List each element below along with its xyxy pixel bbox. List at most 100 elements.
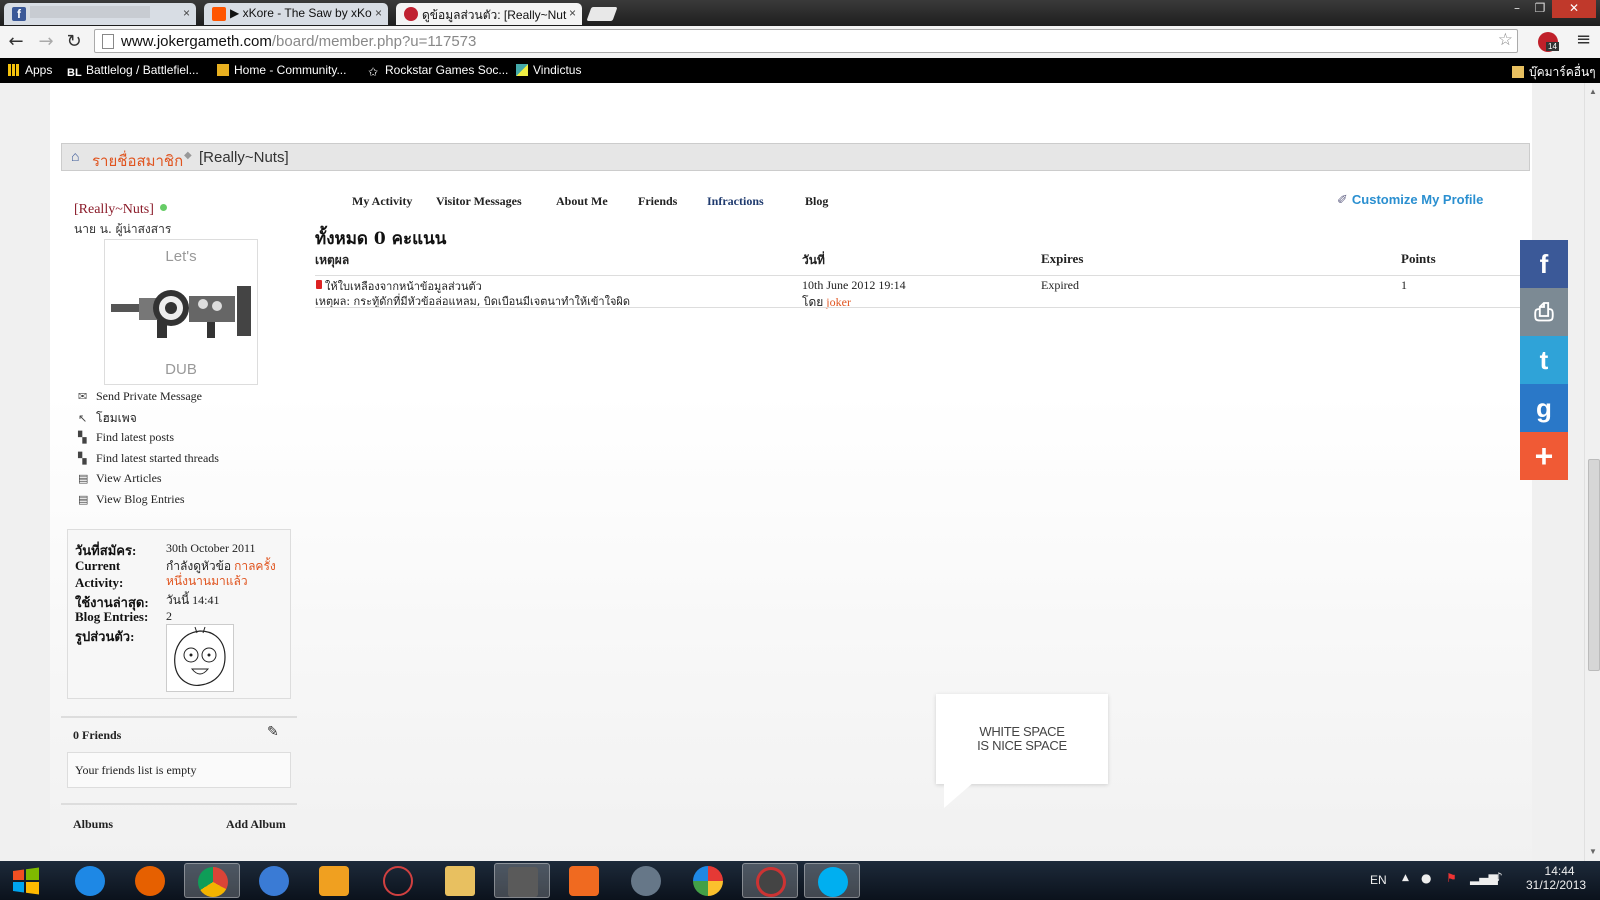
scroll-down-icon[interactable]: ▼ [1589,847,1597,856]
volume-icon[interactable]: ♪ [1495,870,1503,884]
add-album-link[interactable]: Add Album [226,817,286,832]
tab-about-me[interactable]: About Me [556,194,608,209]
edit-pencil-icon[interactable]: ✎ [267,724,279,740]
close-icon[interactable]: × [569,6,576,20]
restore-button[interactable]: ❐ [1529,0,1551,18]
taskbar-file-explorer[interactable] [432,863,488,898]
albums-title: Albums [73,817,114,831]
taskbar-ie[interactable] [62,863,118,898]
column-header-expires: Expires [1041,251,1084,266]
activity-thread-link-2[interactable]: หนึ่งนานมาแล้ว [166,572,248,591]
taskbar-safari[interactable] [246,863,302,898]
clock-date: 31/12/2013 [1526,878,1587,892]
minimize-button[interactable]: – [1505,0,1529,18]
address-bar[interactable]: www.jokergameth.com/board/member.php?u=1… [94,29,1518,53]
tab-facebook[interactable]: f × [4,3,196,25]
activity-thread-link[interactable]: กาลครั้ง [234,559,276,573]
tab-visitor-messages[interactable]: Visitor Messages [436,194,522,209]
bookmark-label: Home - Community... [234,63,347,77]
language-indicator[interactable]: EN [1370,873,1387,887]
join-date-value: 30th October 2011 [166,541,256,555]
taskbar-firefox[interactable] [122,863,178,898]
bookmark-apps[interactable]: Apps [8,63,52,77]
media-player-icon [319,866,349,896]
tab-infractions[interactable]: Infractions [707,194,764,209]
tab-title: ดูข้อมูลส่วนตัว: [Really~Nut [422,8,567,22]
face-drawing-icon [174,626,226,686]
star-icon[interactable]: ☆ [1498,30,1513,50]
dubstep-gun-icon [111,286,251,338]
action-center-icon[interactable]: ⚑ [1446,871,1457,885]
page-scrollbar[interactable]: ▲ ▼ [1584,83,1600,861]
more-share-icon[interactable]: + [1520,432,1568,480]
tab-blog[interactable]: Blog [805,194,828,209]
bubble-line-1: WHITE SPACE [979,724,1065,739]
facebook-share-icon[interactable]: f [1520,240,1568,288]
clock[interactable]: 14:44 31/12/2013 [1526,864,1586,892]
albums-divider [61,803,297,805]
customize-profile-link[interactable]: ✐ Customize My Profile [1337,192,1483,208]
twitter-share-icon[interactable]: t [1520,336,1568,384]
bookmark-battlelog[interactable]: BL Battlelog / Battlefiel... [67,63,199,79]
rockstar-icon [383,866,413,896]
current-activity-label: Current [75,558,121,573]
send-private-message-link[interactable]: ✉ Send Private Message [78,389,202,404]
chrome-icon [198,867,228,897]
taskbar-origin[interactable] [556,863,612,898]
tab-my-activity[interactable]: My Activity [352,194,412,209]
google-share-icon[interactable]: g [1520,384,1568,432]
extension-icon[interactable]: 14 [1538,32,1559,52]
network-icon[interactable]: ▂▄▆ [1470,871,1498,885]
bookmark-community[interactable]: Home - Community... [217,63,346,77]
taskbar-rockstar[interactable] [370,863,426,898]
forward-icon[interactable]: → [34,30,58,54]
view-blog-entries-link[interactable]: ▤ View Blog Entries [78,492,185,507]
close-icon[interactable]: × [183,6,190,20]
print-icon[interactable]: ⎙ [1520,288,1568,336]
infraction-by: โดย joker [802,293,851,312]
infraction-total: ทั้งหมด 0 คะแนน [315,229,447,249]
page-content: ⌂ รายชื่อสมาชิก ◆ [Really~Nuts] [Really~… [50,83,1532,861]
taskbar-skype[interactable] [804,863,860,898]
rockstar-icon: ✩ [368,65,379,79]
taskbar-media-player[interactable] [306,863,362,898]
tab-soundcloud[interactable]: ▶ xKore - The Saw by xKo × [204,3,388,25]
bookmark-label: Apps [25,63,53,77]
find-latest-threads-link[interactable]: ▚ Find latest started threads [78,451,219,466]
bookmark-rockstar[interactable]: ✩ Rockstar Games Soc... [368,63,508,79]
url-text[interactable]: www.jokergameth.com/board/member.php?u=1… [121,33,476,50]
breadcrumb-members-link[interactable]: รายชื่อสมาชิก [92,149,183,173]
origin-icon [569,866,599,896]
profile-picture [166,624,234,692]
clock-time: 14:44 [1544,864,1575,878]
tray-expand-icon[interactable]: ▲ [1402,873,1409,883]
scroll-up-icon[interactable]: ▲ [1589,87,1597,96]
home-icon[interactable]: ⌂ [71,150,79,166]
soundcloud-icon [212,7,226,21]
avatar-text-top: Let's [165,248,197,265]
back-icon[interactable]: ← [4,30,28,54]
tab-profile[interactable]: ดูข้อมูลส่วนตัว: [Really~Nut × [396,3,582,25]
taskbar-picasa[interactable] [680,863,736,898]
other-bookmarks[interactable]: บุ๊คมาร์คอื่นๆ [1512,63,1596,82]
taskbar-vindictus[interactable] [618,863,674,898]
picasa-icon [693,866,723,896]
menu-icon[interactable]: ≡ [1576,29,1591,50]
view-articles-link[interactable]: ▤ View Articles [78,471,162,486]
taskbar-chrome[interactable] [184,863,240,898]
reload-icon[interactable]: ↻ [62,30,86,54]
close-window-button[interactable]: ✕ [1552,0,1596,18]
new-tab-button[interactable] [586,7,618,21]
bookmark-vindictus[interactable]: Vindictus [516,63,581,77]
taskbar-nero[interactable] [742,863,798,898]
taskbar-steam[interactable] [494,863,550,898]
friends-title: 0 Friends [73,728,122,742]
link-label: โฮมเพจ [96,411,137,425]
find-latest-posts-link[interactable]: ▚ Find latest posts [78,430,174,445]
homepage-link[interactable]: ↖ โฮมเพจ [78,409,137,428]
tab-friends[interactable]: Friends [638,194,677,209]
windows-start-icon[interactable] [10,865,42,897]
close-icon[interactable]: × [375,6,382,20]
scrollbar-thumb[interactable] [1588,459,1600,671]
tray-drop-icon[interactable]: ● [1421,871,1431,885]
